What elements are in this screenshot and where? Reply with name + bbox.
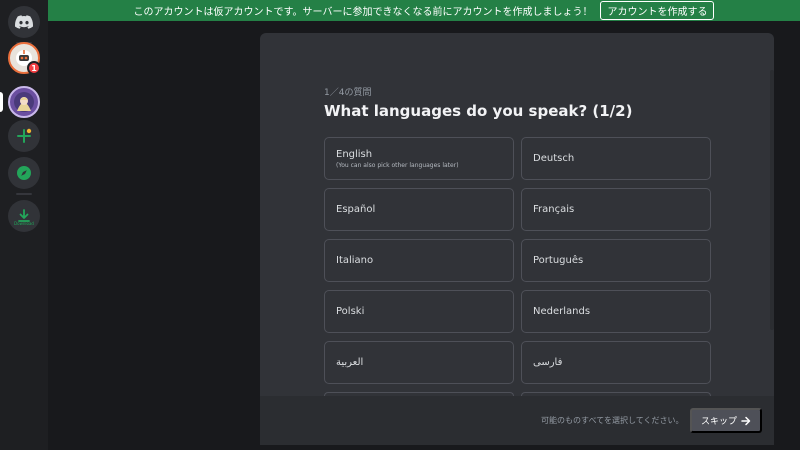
option-label: Français (533, 204, 575, 215)
language-option-arabic[interactable]: العربية (324, 341, 514, 384)
skip-button[interactable]: スキップ (690, 408, 762, 433)
option-label: English (336, 148, 373, 160)
download-label: Download (14, 221, 34, 226)
compass-icon (17, 166, 31, 180)
home-button[interactable] (8, 6, 40, 38)
option-label: Deutsch (533, 153, 575, 164)
anime-avatar-icon (14, 92, 34, 112)
server-icon-anime[interactable] (8, 86, 40, 118)
option-sublabel: (You can also pick other languages later… (336, 161, 459, 169)
plus-icon (17, 128, 32, 143)
question-step: 1／4の質問 (324, 88, 372, 98)
rail-separator (16, 193, 32, 195)
language-option-polski[interactable]: Polski (324, 290, 514, 333)
download-apps-button[interactable]: Download (8, 200, 40, 232)
question-title: What languages do you speak? (1/2) (324, 102, 633, 120)
language-option-francais[interactable]: Français (521, 188, 711, 231)
language-option-deutsch[interactable]: Deutsch (521, 137, 711, 180)
server-rail: 1 Download (0, 0, 48, 450)
option-label: العربية (336, 357, 364, 368)
create-account-button[interactable]: アカウントを作成する (600, 1, 715, 20)
notification-badge: 1 (27, 61, 41, 75)
language-option-nederlands[interactable]: Nederlands (521, 290, 711, 333)
language-option-portugues[interactable]: Português (521, 239, 711, 282)
option-label: Português (533, 255, 584, 266)
modal-scrollbar[interactable] (770, 70, 774, 330)
explore-servers-button[interactable] (8, 157, 40, 189)
skip-label: スキップ (700, 416, 737, 426)
option-label: Español (336, 204, 376, 215)
selected-server-pill (0, 92, 3, 112)
temporary-account-banner: このアカウントは仮アカウントです。サーバーに参加できなくなる前にアカウントを作成… (48, 0, 800, 21)
language-option-espanol[interactable]: Español (324, 188, 514, 231)
footer-hint: 可能のものすべてを選択してください。 (541, 416, 684, 425)
banner-text: このアカウントは仮アカウントです。サーバーに参加できなくなる前にアカウントを作成… (133, 7, 593, 18)
option-label: فارسی (533, 357, 563, 368)
option-label: Italiano (336, 255, 374, 266)
language-option-farsi[interactable]: فارسی (521, 341, 711, 384)
arrow-right-icon (741, 416, 751, 425)
add-server-button[interactable] (8, 120, 40, 152)
option-label: Polski (336, 306, 365, 317)
discord-logo-icon (15, 15, 33, 29)
language-option-italiano[interactable]: Italiano (324, 239, 514, 282)
language-option-english[interactable]: English (You can also pick other languag… (324, 137, 514, 180)
option-label: Nederlands (533, 306, 591, 317)
